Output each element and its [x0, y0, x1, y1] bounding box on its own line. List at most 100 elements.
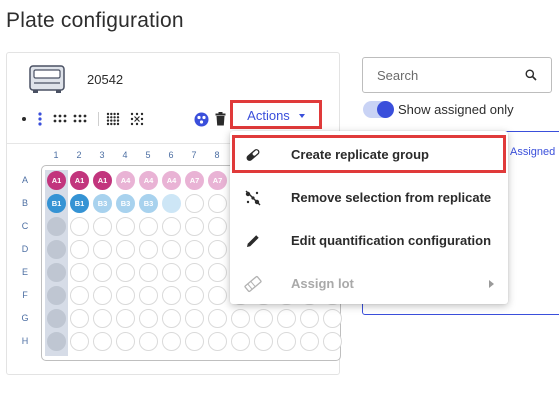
well[interactable] — [254, 309, 273, 328]
menu-item-edit-quantification[interactable]: Edit quantification configuration — [230, 220, 508, 261]
well[interactable] — [208, 309, 227, 328]
well[interactable] — [93, 309, 112, 328]
delete-icon[interactable] — [213, 111, 227, 127]
well[interactable] — [323, 332, 342, 351]
column-label-6[interactable]: 6 — [160, 150, 182, 160]
row-label-G[interactable]: G — [20, 313, 30, 323]
show-assigned-toggle[interactable] — [363, 101, 394, 118]
well[interactable] — [139, 263, 158, 282]
well[interactable]: A4 — [139, 171, 158, 190]
well[interactable] — [70, 309, 89, 328]
row-view-icon[interactable] — [53, 111, 69, 127]
well[interactable]: A7 — [185, 171, 204, 190]
well[interactable] — [47, 332, 66, 351]
menu-item-remove-selection[interactable]: Remove selection from replicate — [230, 177, 508, 218]
row-label-D[interactable]: D — [20, 244, 30, 254]
well[interactable] — [231, 309, 250, 328]
well[interactable] — [162, 263, 181, 282]
well[interactable] — [70, 263, 89, 282]
well[interactable] — [231, 332, 250, 351]
well[interactable] — [47, 263, 66, 282]
well[interactable] — [185, 217, 204, 236]
well[interactable] — [93, 286, 112, 305]
row-label-B[interactable]: B — [20, 198, 30, 208]
well[interactable] — [208, 217, 227, 236]
well[interactable] — [47, 240, 66, 259]
well[interactable]: B3 — [116, 194, 135, 213]
well[interactable]: A1 — [93, 171, 112, 190]
column-label-8[interactable]: 8 — [206, 150, 228, 160]
well[interactable] — [70, 240, 89, 259]
deselect-icon[interactable] — [129, 111, 145, 127]
well[interactable] — [116, 332, 135, 351]
row-label-F[interactable]: F — [20, 290, 30, 300]
well[interactable] — [47, 309, 66, 328]
well[interactable] — [116, 217, 135, 236]
well[interactable] — [70, 217, 89, 236]
well[interactable] — [47, 286, 66, 305]
well[interactable] — [185, 194, 204, 213]
well[interactable] — [47, 217, 66, 236]
well[interactable] — [116, 309, 135, 328]
well[interactable]: A4 — [162, 171, 181, 190]
column-label-1[interactable]: 1 — [45, 150, 67, 160]
well[interactable]: B1 — [70, 194, 89, 213]
quadrant-view-icon[interactable] — [73, 111, 89, 127]
well[interactable] — [70, 286, 89, 305]
column-label-7[interactable]: 7 — [183, 150, 205, 160]
well[interactable] — [162, 240, 181, 259]
search-box[interactable]: Search — [362, 57, 552, 93]
well[interactable] — [185, 263, 204, 282]
row-label-H[interactable]: H — [20, 336, 30, 346]
well[interactable] — [70, 332, 89, 351]
well[interactable]: B1 — [47, 194, 66, 213]
well[interactable] — [208, 240, 227, 259]
well[interactable] — [300, 332, 319, 351]
column-label-2[interactable]: 2 — [68, 150, 90, 160]
well[interactable] — [162, 332, 181, 351]
column-view-icon[interactable] — [33, 111, 47, 127]
well[interactable] — [139, 240, 158, 259]
well[interactable] — [185, 309, 204, 328]
well[interactable]: B3 — [93, 194, 112, 213]
well[interactable] — [162, 217, 181, 236]
well[interactable] — [139, 332, 158, 351]
single-well-view-icon[interactable] — [19, 111, 29, 127]
well[interactable] — [139, 309, 158, 328]
well[interactable] — [208, 194, 227, 213]
well[interactable]: B3 — [139, 194, 158, 213]
row-label-A[interactable]: A — [20, 175, 30, 185]
well[interactable]: A1 — [70, 171, 89, 190]
well[interactable] — [208, 263, 227, 282]
well[interactable] — [116, 263, 135, 282]
well[interactable] — [139, 286, 158, 305]
well[interactable] — [139, 217, 158, 236]
well[interactable] — [93, 217, 112, 236]
well[interactable] — [185, 286, 204, 305]
well[interactable] — [254, 332, 273, 351]
column-label-5[interactable]: 5 — [137, 150, 159, 160]
well[interactable] — [300, 309, 319, 328]
well[interactable]: A7 — [208, 171, 227, 190]
tab-assigned[interactable]: Assigned — [510, 146, 555, 158]
well[interactable] — [93, 240, 112, 259]
block-selection-icon[interactable] — [105, 111, 121, 127]
well[interactable] — [208, 286, 227, 305]
well[interactable] — [162, 194, 181, 213]
well[interactable] — [93, 263, 112, 282]
well[interactable] — [277, 309, 296, 328]
well[interactable] — [185, 240, 204, 259]
actions-button[interactable]: Actions — [234, 103, 318, 127]
well[interactable] — [185, 332, 204, 351]
well[interactable] — [93, 332, 112, 351]
well[interactable] — [116, 240, 135, 259]
well[interactable] — [162, 286, 181, 305]
well[interactable]: A1 — [47, 171, 66, 190]
well[interactable] — [116, 286, 135, 305]
well[interactable] — [162, 309, 181, 328]
well[interactable] — [208, 332, 227, 351]
well[interactable]: A4 — [116, 171, 135, 190]
row-label-C[interactable]: C — [20, 221, 30, 231]
well[interactable] — [277, 332, 296, 351]
row-label-E[interactable]: E — [20, 267, 30, 277]
